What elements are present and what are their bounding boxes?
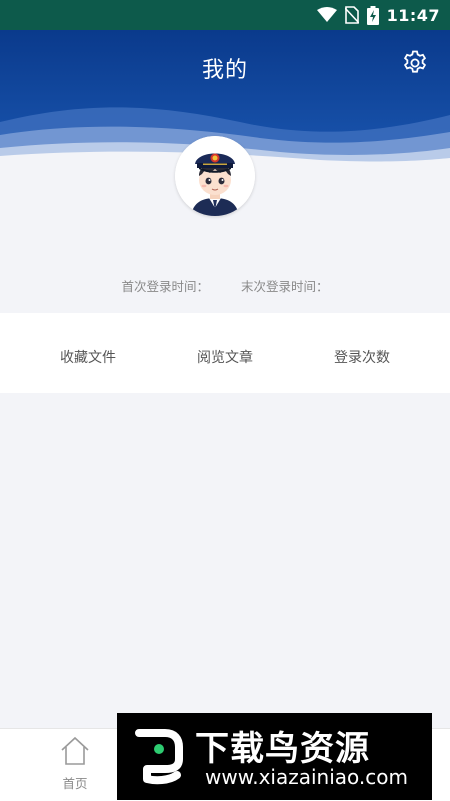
home-icon (61, 736, 89, 765)
watermark-overlay: 下载鸟资源 www.xiazainiao.com (117, 713, 432, 800)
nav-home-tab[interactable]: 首页 (50, 735, 100, 792)
stat-favorite-files[interactable]: 收藏文件 (38, 313, 138, 393)
login-info: 首次登录时间： 末次登录时间： (0, 276, 450, 295)
watermark-title: 下载鸟资源 (195, 729, 370, 769)
officer-avatar-illustration (175, 136, 255, 216)
settings-gear-icon[interactable] (402, 50, 428, 76)
last-login-label: 末次登录时间： (240, 279, 329, 294)
first-login-label: 首次登录时间： (121, 279, 209, 294)
stat-read-articles[interactable]: 阅览文章 (175, 313, 275, 393)
watermark-url: www.xiazainiao.com (205, 765, 408, 789)
status-time: 11:47 (386, 5, 440, 25)
stats-panel: 收藏文件 阅览文章 登录次数 (0, 313, 450, 393)
nav-home-label: 首页 (62, 776, 88, 791)
bird-logo-icon (135, 729, 183, 785)
no-sim-icon (344, 6, 359, 24)
stat-login-count[interactable]: 登录次数 (312, 313, 412, 393)
status-bar: 11:47 (0, 0, 450, 30)
status-icons: 11:47 (316, 5, 440, 25)
page-title: 我的 (201, 58, 248, 83)
battery-charging-icon (366, 5, 379, 25)
wifi-icon (316, 7, 337, 22)
avatar[interactable] (175, 136, 255, 216)
